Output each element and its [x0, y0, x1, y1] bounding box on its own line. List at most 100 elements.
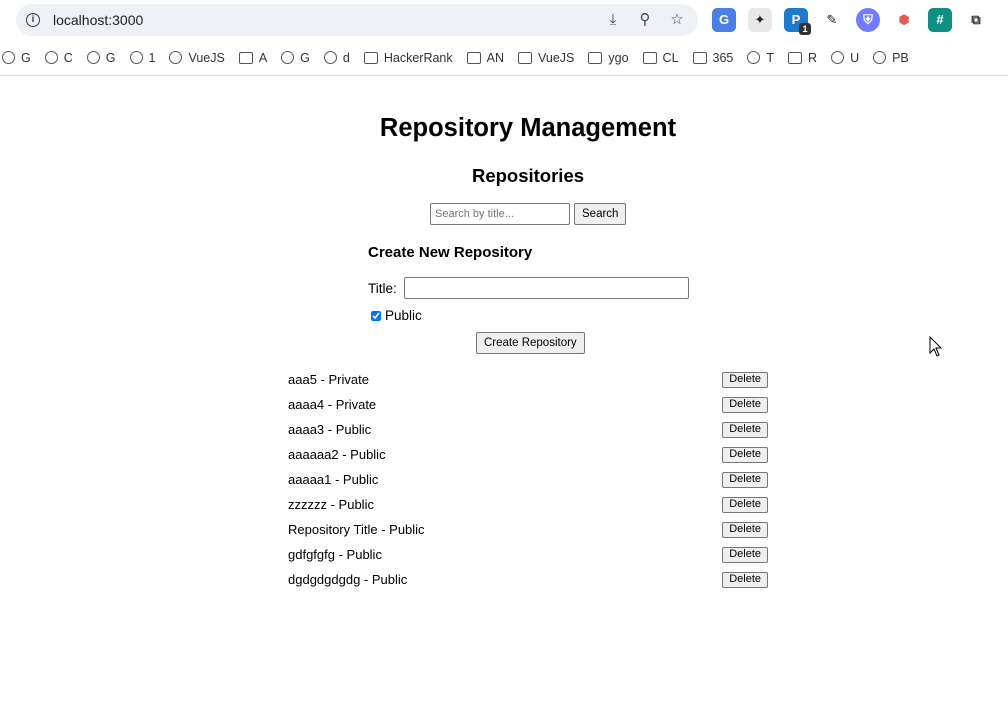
network-extension-icon[interactable]: #	[928, 8, 952, 32]
page-title: Repository Management	[379, 114, 677, 142]
search-button[interactable]: Search	[574, 203, 627, 225]
delete-button[interactable]: Delete	[722, 471, 768, 488]
bookmark-label: VueJS	[538, 50, 575, 65]
eyedropper-icon[interactable]: ✎	[820, 8, 844, 32]
openai-icon	[129, 51, 143, 64]
bookmark-label: 365	[712, 50, 734, 65]
public-label: Public	[385, 308, 422, 323]
mouse-cursor-icon	[929, 336, 943, 357]
repository-name: aaaaa1 - Public	[288, 472, 379, 487]
delete-button[interactable]: Delete	[722, 446, 768, 463]
bookmark-item[interactable]: C	[44, 51, 73, 65]
browser-toolbar: i localhost:3000 ⤓ ⚲ ☆ G ✦ P1 ✎ ⛨ ⬢ # ⧉	[0, 0, 1008, 40]
repository-name: zzzzzz - Public	[288, 497, 374, 512]
bookmark-item[interactable]: U	[831, 51, 859, 65]
bookmark-item[interactable]: 365	[692, 50, 734, 65]
repository-name: aaaa4 - Private	[288, 397, 377, 412]
delete-button[interactable]: Delete	[722, 371, 768, 388]
create-repository-heading: Create New Repository	[368, 244, 533, 261]
delete-button[interactable]: Delete	[722, 571, 768, 588]
repository-name: Repository Title - Public	[288, 522, 425, 537]
delete-button[interactable]: Delete	[722, 396, 768, 413]
claude-icon	[44, 51, 58, 64]
repository-name: dgdgdgdgdg - Public	[288, 572, 408, 587]
bookmark-label: AN	[486, 50, 505, 65]
bookmark-label: ygo	[608, 50, 629, 65]
bookmark-label: T	[766, 50, 775, 65]
bookmark-label: 1	[148, 50, 156, 65]
bookmark-item[interactable]: G	[281, 51, 310, 65]
bookmarks-bar: G C G 1 VueJS A Gd HackerRank AN VueJS ygo CL 365 T R U…	[0, 40, 1008, 76]
folder-icon	[692, 51, 707, 64]
list-item: dgdgdgdgdg - Public Delete	[288, 567, 768, 592]
repository-list: aaa5 - Private Delete aaaa4 - Private De…	[288, 367, 768, 592]
create-button-wrap: Create Repository	[476, 332, 585, 354]
list-item: Repository Title - Public Delete	[288, 517, 768, 542]
folder-icon	[466, 51, 481, 64]
delete-button[interactable]: Delete	[722, 496, 768, 513]
bookmark-label: G	[300, 50, 310, 65]
extension-icon	[831, 51, 845, 64]
install-app-icon[interactable]: ⤓	[604, 11, 622, 29]
bookmark-item[interactable]: G	[2, 51, 31, 65]
list-item: zzzzzz - Public Delete	[288, 492, 768, 517]
bookmark-item[interactable]: 1	[129, 50, 156, 65]
bookmark-item[interactable]: PB	[873, 51, 909, 65]
extension-icon[interactable]: ✦	[748, 8, 772, 32]
bookmark-item[interactable]: AN	[466, 50, 505, 65]
bookmark-label: A	[258, 50, 268, 65]
site-info-icon[interactable]: i	[26, 13, 40, 27]
bookmark-item[interactable]: d	[323, 51, 350, 65]
onedrive-icon	[747, 51, 761, 64]
folder-icon	[518, 51, 533, 64]
delete-button[interactable]: Delete	[722, 421, 768, 438]
url-text[interactable]: localhost:3000	[53, 12, 143, 28]
translate-extension-icon[interactable]: G	[712, 8, 736, 32]
create-repository-button[interactable]: Create Repository	[476, 332, 585, 354]
bookmark-label: U	[850, 50, 860, 65]
bookmark-item[interactable]: ygo	[588, 50, 629, 65]
bookmark-label: VueJS	[188, 50, 225, 65]
public-checkbox[interactable]	[371, 310, 381, 321]
public-checkbox-row: Public	[371, 308, 422, 323]
bookmark-item[interactable]: HackerRank	[363, 50, 453, 65]
list-item: aaaa3 - Public Delete	[288, 417, 768, 442]
folder-icon	[363, 51, 378, 64]
delete-button[interactable]: Delete	[722, 546, 768, 563]
search-bar: Search	[430, 203, 627, 225]
shield-extension-icon[interactable]: ⛨	[856, 8, 880, 32]
bookmark-item[interactable]: VueJS	[518, 51, 574, 65]
bookmark-item[interactable]: G	[86, 50, 116, 65]
title-label: Title:	[368, 280, 397, 296]
list-item: aaaa4 - Private Delete	[288, 392, 768, 417]
folder-icon	[788, 51, 803, 64]
repository-name: aaa5 - Private	[288, 372, 369, 387]
delete-button[interactable]: Delete	[722, 521, 768, 538]
search-input[interactable]	[430, 203, 570, 225]
zoom-icon[interactable]: ⚲	[636, 11, 654, 29]
bookmark-item[interactable]: R	[788, 51, 817, 65]
bookmark-item[interactable]: A	[238, 50, 268, 65]
repository-name: gdfgfgfg - Public	[288, 547, 382, 562]
extensions-puzzle-icon[interactable]: ⧉	[964, 8, 988, 32]
bookmark-item[interactable]: CL	[642, 51, 679, 65]
list-item: gdfgfgfg - Public Delete	[288, 542, 768, 567]
github-icon	[281, 51, 295, 64]
bookmark-item[interactable]: VueJS	[169, 50, 225, 65]
bookmark-label: G	[105, 50, 116, 65]
bookmark-label: G	[21, 50, 31, 65]
gemini-icon	[2, 51, 15, 64]
openai-icon	[169, 51, 183, 64]
repositories-heading: Repositories	[471, 165, 585, 186]
bookmark-label: HackerRank	[383, 50, 453, 65]
page-content: Repository Management Repositories Searc…	[0, 77, 1008, 703]
list-item: aaa5 - Private Delete	[288, 367, 768, 392]
address-bar[interactable]: i localhost:3000 ⤓ ⚲ ☆	[16, 4, 698, 36]
devtools-icon	[323, 51, 337, 64]
bookmark-item[interactable]: T	[747, 51, 774, 65]
title-input[interactable]	[403, 277, 689, 299]
bookmark-star-icon[interactable]: ☆	[668, 11, 686, 29]
bookmark-label: PB	[892, 50, 909, 65]
adblock-extension-icon[interactable]: ⬢	[892, 8, 916, 32]
extension-badge-icon[interactable]: P1	[784, 8, 811, 35]
